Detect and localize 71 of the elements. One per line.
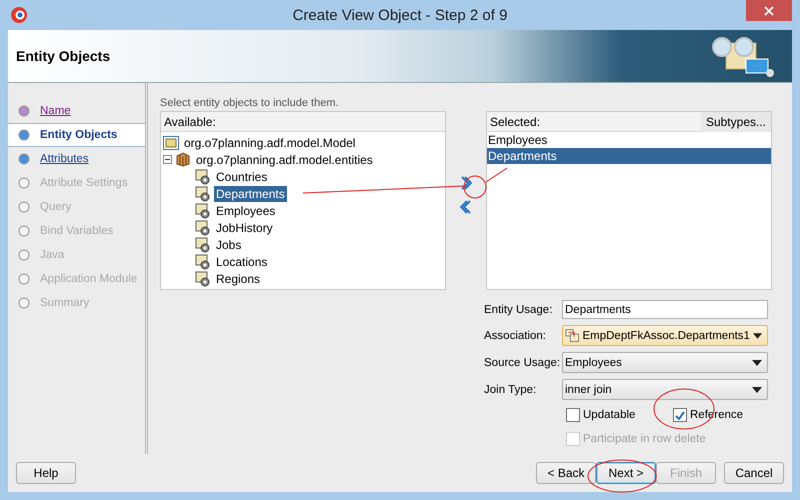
subtypes-button[interactable]: Subtypes... (700, 112, 771, 132)
step-dot-icon (18, 297, 30, 309)
field-label: Source Usage: (484, 356, 562, 368)
step-link[interactable]: Name (40, 105, 71, 117)
step-dot-icon (18, 129, 30, 141)
step-link[interactable]: Attributes (40, 153, 89, 165)
step-dot-icon (18, 273, 30, 285)
folder-icon (163, 136, 179, 150)
package-icon (175, 152, 191, 167)
help-button[interactable]: Help (16, 462, 76, 484)
tree-item[interactable]: Departments (214, 186, 287, 202)
step-dot-icon (18, 105, 30, 117)
field-label: Entity Usage: (484, 304, 554, 316)
step-dot-icon (18, 249, 30, 261)
list-item[interactable]: Departments (487, 148, 771, 164)
annotation-ellipse (464, 176, 486, 198)
wizard-button[interactable]: < Back (536, 462, 596, 484)
tree-item[interactable]: org.o7planning.adf.model.Model (182, 134, 358, 150)
entity-icon (195, 270, 211, 286)
tree-item[interactable]: Jobs (214, 236, 244, 252)
field-label: Join Type: (484, 384, 538, 396)
step-dot-icon (18, 201, 30, 213)
list-item[interactable]: Employees (487, 132, 771, 148)
annotation-line (486, 168, 508, 182)
checkbox[interactable]: Updatable (566, 408, 673, 422)
dropdown[interactable]: Employees (562, 352, 768, 373)
wizard-button[interactable]: Cancel (724, 462, 784, 484)
step-link: Query (40, 201, 72, 213)
caret-icon (752, 332, 762, 338)
annotation-ellipse (588, 460, 656, 492)
step-dot-icon (18, 153, 30, 165)
instruction-text: Select entity objects to include them. (160, 97, 340, 109)
tree-item[interactable]: JobHistory (214, 220, 275, 236)
text-field[interactable]: Departments (562, 300, 768, 319)
column-header: Available: (164, 114, 216, 128)
caret-icon (752, 360, 762, 366)
dropdown[interactable]: inner join (562, 379, 768, 400)
entity-icon (195, 220, 211, 236)
app-logo-icon (10, 6, 28, 24)
window-title: Create View Object - Step 2 of 9 (292, 6, 508, 24)
step-link: Summary (40, 297, 90, 309)
step-dot-icon (18, 225, 30, 237)
move-right-icon[interactable] (460, 176, 472, 190)
field-label: Association: (484, 330, 548, 342)
tree-item[interactable]: Countries (214, 168, 270, 184)
entity-icon (195, 186, 211, 202)
dropdown[interactable]: EmpDeptFkAssoc.Departments1 (562, 325, 768, 346)
step-dot-icon (18, 177, 30, 189)
move-left-icon[interactable] (460, 200, 472, 214)
entity-icon (195, 202, 211, 218)
column-header: Selected: (490, 114, 540, 128)
step-link: Application Module (40, 273, 138, 285)
close-button[interactable] (746, 0, 792, 21)
page-title: Entity Objects (16, 48, 110, 64)
entity-icon (195, 236, 211, 252)
step-link[interactable]: Entity Objects (40, 129, 118, 141)
tree-item[interactable]: Locations (214, 254, 270, 270)
tree-item[interactable]: Employees (214, 202, 278, 218)
entity-icon (195, 254, 211, 270)
step-link: Java (40, 249, 64, 261)
caret-icon (752, 386, 762, 392)
association-icon (565, 328, 580, 343)
collapse-icon[interactable] (163, 155, 172, 164)
check-icon (675, 410, 685, 420)
entity-icon (195, 168, 211, 184)
wizard-button[interactable]: Next > (596, 462, 656, 484)
tree-item[interactable]: org.o7planning.adf.model.entities (194, 152, 375, 168)
step-link: Attribute Settings (40, 177, 128, 189)
step-link: Bind Variables (40, 225, 114, 237)
tree-item[interactable]: Regions (214, 270, 262, 286)
close-icon (764, 6, 774, 16)
